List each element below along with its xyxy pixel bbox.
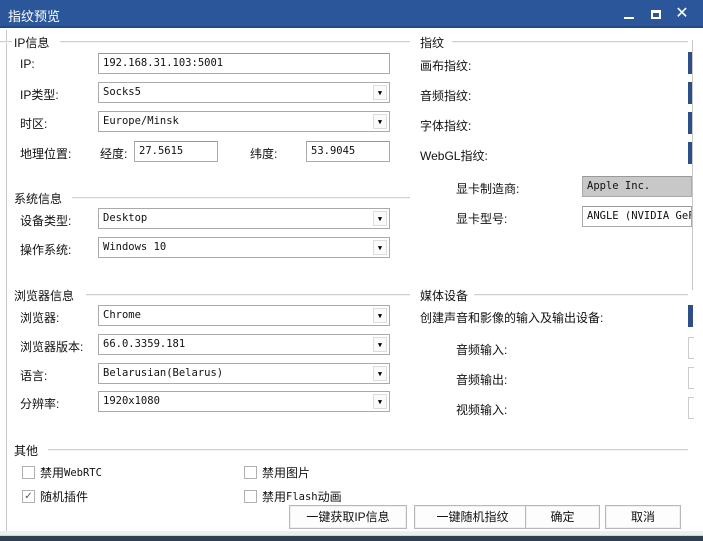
resolution-select[interactable]: 1920x1080 ▼: [98, 391, 390, 412]
close-icon: ✕: [675, 5, 689, 22]
language-select[interactable]: Belarusian(Belarus) ▼: [98, 363, 390, 384]
maximize-icon: [651, 10, 661, 19]
cancel-button[interactable]: 取消: [605, 505, 681, 529]
media-create-label: 创建声音和影像的输入及输出设备:: [420, 311, 604, 325]
media-create-button[interactable]: [688, 305, 693, 327]
checkbox-label: 禁用: [40, 466, 65, 480]
device-type-label: 设备类型:: [20, 214, 72, 228]
chevron-down-icon[interactable]: ▼: [373, 394, 387, 409]
gpu-model-label: 显卡型号:: [456, 212, 508, 226]
browser-value: Chrome: [103, 309, 141, 321]
system-info-title: 系统信息: [14, 190, 67, 207]
browser-version-select[interactable]: 66.0.3359.181 ▼: [98, 334, 390, 355]
resolution-label: 分辨率:: [20, 397, 60, 411]
title-bar: 指纹预览 ✕: [0, 0, 703, 28]
checkbox-box[interactable]: [22, 466, 35, 479]
disable-flash-checkbox[interactable]: 禁用 Flash 动画: [244, 488, 342, 505]
font-fingerprint-label: 字体指纹:: [420, 119, 472, 133]
os-value: Windows 10: [103, 241, 167, 253]
minimize-icon: [624, 17, 634, 19]
longitude-label: 经度:: [100, 147, 128, 161]
fingerprint-divider: [452, 41, 688, 43]
video-input-field[interactable]: [688, 397, 694, 419]
browser-version-label: 浏览器版本:: [20, 340, 84, 354]
chevron-down-icon[interactable]: ▼: [373, 211, 387, 226]
window-bottom-border: [0, 536, 703, 541]
get-ip-info-button[interactable]: 一键获取IP信息: [289, 505, 407, 529]
browser-label: 浏览器:: [20, 311, 60, 325]
geo-location-label: 地理位置:: [20, 147, 72, 161]
audio-output-label: 音频输出:: [456, 373, 508, 387]
device-type-select[interactable]: Desktop ▼: [98, 208, 390, 229]
chevron-down-icon[interactable]: ▼: [373, 240, 387, 255]
checkbox-label-suffix: 动画: [317, 490, 342, 504]
chevron-down-icon[interactable]: ▼: [373, 114, 387, 129]
disable-webrtc-checkbox[interactable]: 禁用 WebRTC: [22, 464, 102, 481]
browser-version-value: 66.0.3359.181: [103, 338, 186, 350]
gpu-vendor-label: 显卡制造商:: [456, 182, 520, 196]
resolution-value: 1920x1080: [103, 395, 160, 407]
checkbox-label: 禁用图片: [262, 466, 311, 480]
audio-fingerprint-label: 音频指纹:: [420, 89, 472, 103]
timezone-value: Europe/Minsk: [103, 115, 179, 127]
random-plugins-checkbox[interactable]: ✓ 随机插件: [22, 488, 88, 505]
checkbox-label-en: Flash: [286, 490, 318, 503]
ip-info-title: IP信息: [14, 34, 54, 51]
disable-images-checkbox[interactable]: 禁用图片: [244, 464, 310, 481]
timezone-select[interactable]: Europe/Minsk ▼: [98, 111, 390, 132]
maximize-button[interactable]: [645, 4, 667, 24]
checkbox-box[interactable]: [244, 490, 257, 503]
fingerprint-preview-window: 指纹预览 ✕ IP信息 IP: 192.168.31.103:5001 IP类型…: [0, 0, 703, 541]
checkmark-icon[interactable]: ✓: [22, 490, 35, 503]
ip-type-value: Socks5: [103, 86, 141, 98]
fingerprint-title: 指纹: [420, 34, 449, 51]
other-divider: [48, 449, 688, 451]
ok-button[interactable]: 确定: [525, 505, 600, 529]
close-button[interactable]: ✕: [671, 4, 693, 24]
chevron-down-icon[interactable]: ▼: [373, 337, 387, 352]
ip-type-label: IP类型:: [20, 88, 59, 102]
checkbox-box[interactable]: [244, 466, 257, 479]
random-fingerprint-button[interactable]: 一键随机指纹: [414, 505, 531, 529]
webgl-fingerprint-label: WebGL指纹:: [420, 149, 488, 163]
left-edge-divider: [0, 41, 12, 43]
language-label: 语言:: [20, 369, 48, 383]
timezone-label: 时区:: [20, 117, 48, 131]
ip-type-select[interactable]: Socks5 ▼: [98, 82, 390, 103]
device-type-value: Desktop: [103, 212, 148, 224]
checkbox-label-en: WebRTC: [64, 466, 102, 479]
ip-label: IP:: [20, 57, 35, 71]
latitude-label: 纬度:: [250, 147, 278, 161]
audio-input-field[interactable]: [688, 337, 694, 359]
window-title: 指纹预览: [8, 9, 61, 24]
right-panel-border: [692, 40, 693, 290]
chevron-down-icon[interactable]: ▼: [373, 366, 387, 381]
browser-select[interactable]: Chrome ▼: [98, 305, 390, 326]
video-input-label: 视频输入:: [456, 403, 508, 417]
gpu-model-field[interactable]: ANGLE (NVIDIA GeFo: [582, 206, 692, 227]
os-label: 操作系统:: [20, 243, 72, 257]
ip-field[interactable]: 192.168.31.103:5001: [98, 53, 390, 74]
latitude-field[interactable]: 53.9045: [306, 141, 390, 162]
language-value: Belarusian(Belarus): [103, 367, 224, 379]
checkbox-label: 随机插件: [40, 490, 89, 504]
ip-info-divider: [60, 41, 410, 43]
longitude-field[interactable]: 27.5615: [134, 141, 218, 162]
system-info-divider: [72, 197, 410, 199]
dialog-client: [6, 30, 696, 535]
minimize-button[interactable]: [618, 4, 640, 24]
media-divider: [474, 294, 688, 296]
checkbox-label: 禁用: [262, 490, 287, 504]
chevron-down-icon[interactable]: ▼: [373, 85, 387, 100]
media-title: 媒体设备: [420, 287, 473, 304]
other-title: 其他: [14, 442, 43, 459]
canvas-fingerprint-label: 画布指纹:: [420, 59, 472, 73]
browser-info-divider: [86, 294, 410, 296]
chevron-down-icon[interactable]: ▼: [373, 308, 387, 323]
gpu-vendor-field[interactable]: Apple Inc.: [582, 176, 692, 197]
audio-output-field[interactable]: [688, 367, 694, 389]
browser-info-title: 浏览器信息: [14, 287, 79, 304]
audio-input-label: 音频输入:: [456, 343, 508, 357]
os-select[interactable]: Windows 10 ▼: [98, 237, 390, 258]
